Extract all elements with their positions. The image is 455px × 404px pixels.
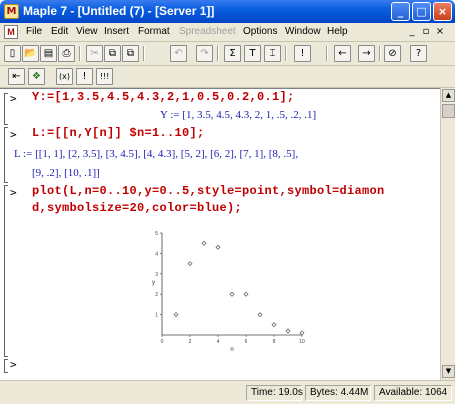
group-bracket[interactable] (4, 359, 8, 373)
toolbar-separator (217, 46, 219, 61)
diamond-point (187, 261, 193, 267)
status-time: Time: 19.0s (246, 385, 303, 401)
help-icon[interactable]: ? (410, 45, 427, 62)
output-line-2a: L := [[1, 1], [2, 3.5], [3, 4.5], [4, 4.… (14, 148, 299, 160)
y-axis-label: y (152, 280, 155, 286)
new-icon[interactable]: ▯ (4, 45, 21, 62)
y-tick-label: 1 (155, 313, 158, 319)
minimize-button[interactable]: _ (391, 2, 410, 21)
tick-marks: 0 2 4 6 8 1012345 (155, 231, 305, 345)
input-line-2[interactable]: L:=[[n,Y[n]] $n=1..10]; (32, 126, 205, 140)
stop-icon[interactable]: ⊘ (384, 45, 401, 62)
copy-icon[interactable]: ⧉ (104, 45, 121, 62)
vertical-scrollbar[interactable]: ▲ ▼ (440, 88, 455, 380)
diamond-point (271, 322, 277, 328)
close-button[interactable]: × (433, 2, 452, 21)
diamond-point (299, 330, 305, 336)
save-icon[interactable]: ▤ (40, 45, 57, 62)
execute-region-icon[interactable]: ! (76, 68, 93, 85)
input-prompt: > (10, 186, 17, 199)
x-tick-label: 0 (161, 339, 164, 345)
title-bar: M Maple 7 - [Untitled (7) - [Server 1]] … (0, 0, 455, 23)
data-points (173, 240, 305, 336)
status-bar: Time: 19.0s Bytes: 4.44M Available: 1064 (0, 380, 455, 404)
y-tick-label: 4 (155, 251, 158, 257)
toolbar-separator (379, 46, 381, 61)
diamond-point (243, 291, 249, 297)
status-available: Available: 1064 (374, 385, 452, 401)
diamond-point (215, 244, 221, 250)
menu-help[interactable]: Help (327, 26, 348, 37)
x-tick-label: 10 (299, 339, 305, 345)
diamond-point (201, 240, 207, 246)
y-tick-label: 5 (155, 231, 158, 237)
point-plot[interactable]: 0 2 4 6 8 1012345 n y (150, 227, 310, 352)
redo-icon[interactable]: ↷ (196, 45, 213, 62)
output-line-1: Y := [1, 3.5, 4.5, 4.3, 2, 1, .5, .2, .1… (160, 109, 317, 121)
input-line-3a[interactable]: plot(L,n=0..10,y=0..5,style=point,symbol… (32, 184, 385, 198)
mdi-close-icon[interactable]: × (434, 26, 446, 38)
x-tick-label: 6 (245, 339, 248, 345)
input-line-3b[interactable]: d,symbolsize=20,color=blue); (32, 201, 242, 215)
menu-edit[interactable]: Edit (51, 26, 68, 37)
group-bracket[interactable] (4, 93, 8, 125)
toolbar-separator (143, 46, 145, 61)
menu-format[interactable]: Format (138, 26, 170, 37)
main-toolbar: ▯ 📂 ▤ ⎙ ✂ ⧉ ⧉ ↶ ↷ Σ T ⌶ ! ← → ⊘ ? (0, 42, 455, 66)
mdi-restore-icon[interactable]: ▫ (420, 26, 432, 38)
menu-view[interactable]: View (76, 26, 98, 37)
forward-icon[interactable]: → (358, 45, 375, 62)
diamond-point (229, 291, 235, 297)
x-axis-label: n (230, 347, 233, 352)
x-tick-label: 2 (189, 339, 192, 345)
menu-spreadsheet[interactable]: Spreadsheet (179, 26, 236, 37)
scroll-up-icon[interactable]: ▲ (442, 89, 455, 102)
menu-window[interactable]: Window (285, 26, 321, 37)
execute-all-icon[interactable]: !!! (96, 68, 113, 85)
paste-icon[interactable]: ⧉ (122, 45, 139, 62)
execute-icon[interactable]: ! (294, 45, 311, 62)
y-tick-label: 2 (155, 292, 158, 298)
group-bracket[interactable] (4, 127, 8, 183)
menu-insert[interactable]: Insert (104, 26, 129, 37)
input-prompt: > (10, 128, 17, 141)
maple-app-icon[interactable]: M (4, 4, 19, 19)
sum-icon[interactable]: Σ (224, 45, 241, 62)
back-icon[interactable]: ← (334, 45, 351, 62)
menu-bar: M File Edit View Insert Format Spreadshe… (0, 23, 455, 42)
context-toolbar: ⇤ ❖ (x) ! !!! (0, 66, 455, 88)
maximize-button[interactable]: □ (412, 2, 431, 21)
status-bytes: Bytes: 4.44M (305, 385, 371, 401)
document-icon[interactable]: M (4, 25, 18, 39)
undo-icon[interactable]: ↶ (170, 45, 187, 62)
toolbar-separator (79, 46, 81, 61)
cut-icon[interactable]: ✂ (86, 45, 103, 62)
expand-icon[interactable]: ⇤ (8, 68, 25, 85)
diamond-point (285, 328, 291, 334)
scroll-thumb[interactable] (442, 104, 455, 118)
open-icon[interactable]: 📂 (22, 45, 39, 62)
toolbar-separator (326, 46, 328, 61)
x-tick-label: 4 (217, 339, 220, 345)
empty-input-prompt[interactable]: > (10, 358, 17, 371)
paragraph-icon[interactable]: ⌶ (264, 45, 281, 62)
mdi-minimize-icon[interactable]: _ (406, 26, 418, 38)
maple-leaf-icon[interactable]: ❖ (28, 68, 45, 85)
diamond-point (257, 312, 263, 318)
output-line-2b: [9, .2], [10, .1]] (32, 167, 100, 179)
diamond-point (173, 312, 179, 318)
x-tick-label: 8 (273, 339, 276, 345)
print-icon[interactable]: ⎙ (58, 45, 75, 62)
window-title: Maple 7 - [Untitled (7) - [Server 1]] (23, 4, 215, 18)
scroll-down-icon[interactable]: ▼ (442, 365, 455, 378)
expression-icon[interactable]: (x) (56, 68, 73, 85)
input-prompt: > (10, 92, 17, 105)
group-bracket[interactable] (4, 185, 8, 357)
toolbar-separator (285, 46, 287, 61)
menu-options[interactable]: Options (243, 26, 277, 37)
text-icon[interactable]: T (244, 45, 261, 62)
input-line-1[interactable]: Y:=[1,3.5,4.5,4.3,2,1,0.5,0.2,0.1]; (32, 90, 295, 104)
menu-file[interactable]: File (26, 26, 42, 37)
y-tick-label: 3 (155, 272, 158, 278)
